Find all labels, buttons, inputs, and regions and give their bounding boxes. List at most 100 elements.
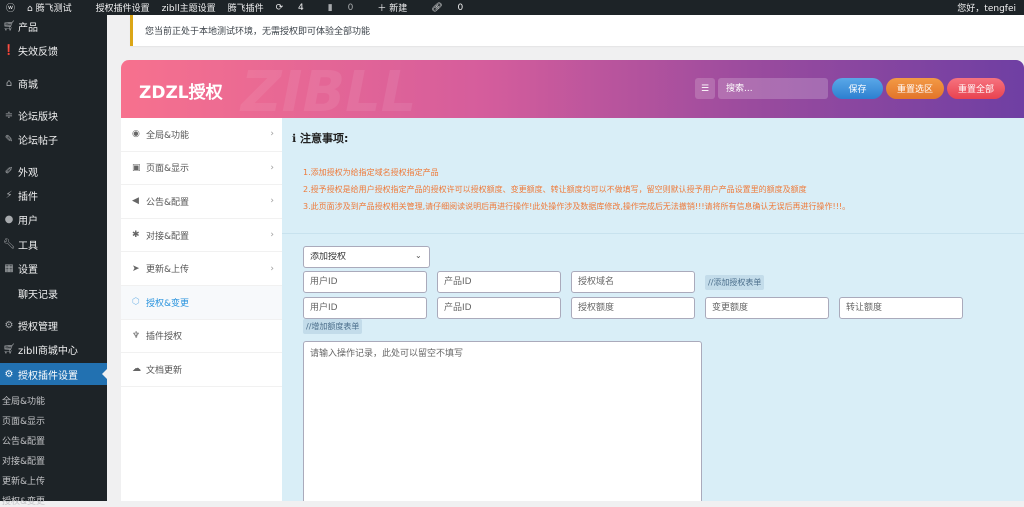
save-button[interactable]: 保存	[832, 78, 883, 99]
sidebar-item-auth-manage[interactable]: ⚙ 授权管理	[0, 314, 107, 336]
comment-icon: ▮	[327, 2, 333, 13]
sidebar-label: 用户	[18, 215, 38, 227]
nav-item-update[interactable]: ➤ 更新&上传 ›	[121, 252, 282, 286]
megaphone-icon: ◀	[132, 196, 139, 207]
sidebar-item-products[interactable]: 🛒︎ 产品	[0, 15, 107, 37]
panel-title: ZDZL授权	[139, 83, 223, 103]
comments-count: 0	[347, 2, 354, 13]
sidebar-label: 论坛版块	[18, 111, 58, 123]
sidebar-item-zibll-store[interactable]: 🛒︎ zibll商城中心	[0, 338, 107, 360]
notes-heading: ℹ 注意事项:	[292, 130, 348, 146]
user-icon: ●	[4, 213, 14, 225]
nav-label: 页面&显示	[146, 164, 190, 175]
hexagon-icon: ⬡	[132, 297, 140, 308]
nav-label: 全局&功能	[146, 130, 190, 141]
nav-label: 插件授权	[146, 332, 183, 343]
nav-label: 更新&上传	[146, 265, 190, 276]
posts-icon: ✎	[4, 133, 14, 145]
sidebar-item-tools[interactable]: 🔧︎ 工具	[0, 233, 107, 255]
alert-icon: ❗	[2, 44, 16, 56]
panel-header: ZIBLL ZDZL授权 ☰ 保存 重置选区 重置全部	[121, 60, 1024, 125]
note-line: 3.此页面涉及到产品授权相关管理,请仔细阅读说明后再进行操作!此处操作涉及数据库…	[303, 202, 851, 211]
comments-link[interactable]: ▮ 0	[328, 3, 366, 13]
site-name-link[interactable]: ⌂ 腾飞测试	[27, 1, 84, 14]
nav-item-page[interactable]: ▣ 页面&显示 ›	[121, 152, 282, 186]
updates-link[interactable]: ⟳ 4	[276, 3, 316, 13]
global-icon: ◉	[132, 129, 140, 140]
tengfei-plugin-link[interactable]: 腾飞插件	[228, 1, 264, 14]
nav-label: 授权&变更	[146, 298, 190, 309]
sidebar-item-users[interactable]: ● 用户	[0, 208, 107, 230]
settings-icon: ▦	[4, 262, 14, 274]
sidebar-item-forum[interactable]: ≑ 论坛版块	[0, 104, 107, 126]
sidebar-item-appearance[interactable]: ✐ 外观	[0, 160, 107, 182]
reset-section-button[interactable]: 重置选区	[886, 78, 944, 99]
puzzle-icon: ✱	[132, 230, 140, 241]
zibll-settings-link[interactable]: zibll主题设置	[162, 1, 216, 14]
nav-label: 文档更新	[146, 365, 183, 376]
submenu-item[interactable]: 页面&显示	[2, 414, 45, 427]
refresh-icon: ⟳	[275, 2, 284, 13]
info-icon: ℹ	[292, 132, 297, 145]
options-panel: ZIBLL ZDZL授权 ☰ 保存 重置选区 重置全部 ◉ 全局&功能 › ▣ 页面&…	[121, 60, 1024, 501]
user-id-input[interactable]	[303, 271, 427, 293]
note-line: 2.授予授权是给用户授权指定产品的授权许可以授权额度、变更额度、转让额度均可以不…	[303, 185, 807, 194]
user-id-input-2[interactable]	[303, 297, 427, 319]
transfer-quota-input[interactable]	[839, 297, 963, 319]
operation-log-textarea[interactable]	[303, 341, 702, 501]
change-quota-input[interactable]	[705, 297, 829, 319]
cart-icon: 🛒︎	[2, 20, 16, 32]
auth-quota-input[interactable]	[571, 297, 695, 319]
wordpress-logo-icon[interactable]: ⓦ	[6, 1, 15, 14]
submenu-item[interactable]: 公告&配置	[2, 434, 45, 447]
sidebar-label: 设置	[18, 264, 38, 276]
sidebar-item-store[interactable]: ⌂ 商城	[0, 72, 107, 94]
nav-item-plugin-auth[interactable]: ♆ 插件授权	[121, 320, 282, 354]
nav-item-integration[interactable]: ✱ 对接&配置 ›	[121, 219, 282, 253]
content-area: ℹ 注意事项: 1.添加授权为给指定域名授权指定产品 2.授予授权是给用户授权指…	[282, 118, 1024, 501]
site-name: 腾飞测试	[35, 4, 72, 14]
nav-item-global[interactable]: ◉ 全局&功能 ›	[121, 118, 282, 152]
sidebar-item-plugins[interactable]: ⚡︎ 插件	[0, 184, 107, 206]
updates-count: 4	[298, 2, 304, 13]
auth-domain-input[interactable]	[571, 271, 695, 293]
options-nav: ◉ 全局&功能 › ▣ 页面&显示 › ◀ 公告&配置 › ✱ 对接&配置 › ➤ 更新&上传 › …	[121, 118, 282, 501]
reset-all-button[interactable]: 重置全部	[947, 78, 1005, 99]
links-link[interactable]: 🔗︎ 0	[431, 3, 475, 13]
sidebar-item-posts[interactable]: ✎ 论坛帖子	[0, 128, 107, 150]
plugin-settings-link[interactable]: 授权插件设置	[96, 1, 150, 14]
product-id-input-2[interactable]	[437, 297, 561, 319]
sidebar-label: 论坛帖子	[18, 135, 58, 147]
submenu-item[interactable]: 全局&功能	[2, 394, 45, 407]
submenu-item[interactable]: 对接&配置	[2, 454, 45, 467]
chevron-right-icon: ›	[270, 162, 274, 173]
sidebar-item-settings[interactable]: ▦ 设置	[0, 257, 107, 279]
cloud-upload-icon: ☁	[132, 364, 141, 375]
new-link[interactable]: ＋ 新建	[377, 1, 419, 14]
search-input[interactable]	[718, 78, 828, 99]
product-id-input[interactable]	[437, 271, 561, 293]
sidebar-item-feedback[interactable]: ❗ 失效反馈	[0, 39, 107, 61]
expand-menu-icon[interactable]: ☰	[695, 78, 715, 99]
store-icon: ⌂	[5, 77, 13, 89]
paper-plane-icon: ➤	[132, 263, 140, 274]
nav-item-notice[interactable]: ◀ 公告&配置 ›	[121, 185, 282, 219]
sidebar-item-chat[interactable]: 聊天记录	[0, 282, 107, 304]
sidebar-label: 外观	[18, 167, 38, 179]
plugin-icon: ⚡︎	[5, 189, 13, 201]
action-select[interactable]: 添加授权	[303, 246, 430, 268]
gear-icon: ⚙	[4, 319, 14, 331]
sidebar-item-plugin-settings[interactable]: ⚙ 授权插件设置	[0, 363, 107, 385]
cart-icon: 🛒︎	[2, 343, 16, 355]
forum-icon: ≑	[4, 109, 14, 121]
chevron-down-icon: ⌄	[415, 251, 422, 260]
nav-item-docs[interactable]: ☁ 文档更新	[121, 353, 282, 387]
new-label: 新建	[389, 4, 408, 14]
nav-item-auth-change[interactable]: ⬡ 授权&变更	[121, 285, 282, 320]
divider	[282, 233, 1024, 234]
submenu-item[interactable]: 更新&上传	[2, 474, 45, 487]
greeting[interactable]: 您好，tengfei	[957, 1, 1016, 14]
chevron-right-icon: ›	[270, 230, 274, 241]
admin-bar: ⓦ ⌂ 腾飞测试 授权插件设置 zibll主题设置 腾飞插件 ⟳ 4 ▮ 0 ＋…	[0, 0, 1024, 15]
notes-title: 注意事项:	[300, 132, 349, 145]
